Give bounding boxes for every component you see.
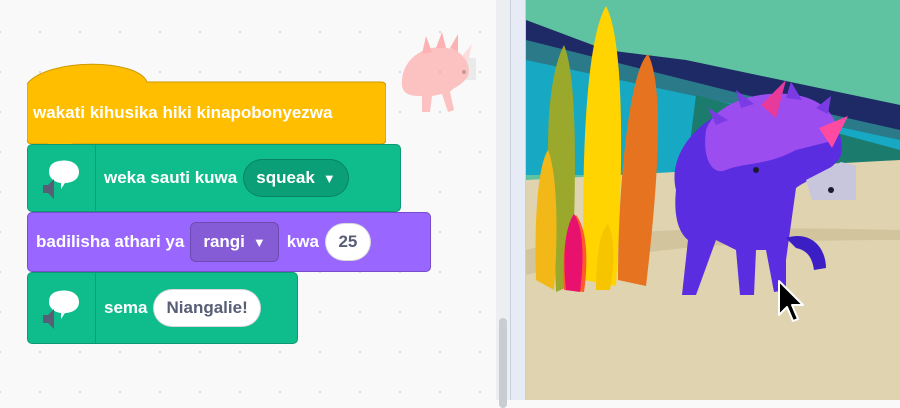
change-effect-label: badilisha athari ya (36, 232, 185, 251)
effect-amount-input[interactable]: 25 (324, 223, 371, 261)
speech-bubble-icon (42, 290, 79, 329)
effect-dropdown[interactable]: rangi ▼ (190, 222, 279, 262)
speaker-icon (42, 179, 54, 199)
sprite-ghost-image (401, 32, 476, 112)
sound-dropdown-value: squeak (256, 168, 315, 187)
code-area[interactable]: wakati kihusika hiki kinapobonyezwa weka… (0, 0, 510, 408)
say-text-input[interactable]: Niangalie! (153, 289, 261, 327)
panel-divider (510, 0, 526, 400)
set-sound-block[interactable]: weka sauti kuwa squeak ▼ (27, 144, 401, 212)
caret-down-icon: ▼ (252, 234, 266, 250)
mouse-cursor-icon (778, 280, 804, 322)
stage[interactable] (526, 0, 900, 400)
say-label: sema (104, 298, 148, 317)
say-block[interactable]: sema Niangalie! (27, 272, 298, 344)
speaker-icon (42, 309, 54, 329)
sound-dropdown[interactable]: squeak ▼ (243, 159, 349, 197)
effect-by-label: kwa (286, 232, 319, 251)
extension-icon (28, 145, 96, 211)
set-sound-label: weka sauti kuwa (104, 168, 238, 187)
speech-bubble-icon (42, 160, 79, 199)
effect-dropdown-value: rangi (203, 232, 245, 251)
change-effect-block[interactable]: badilisha athari ya rangi ▼ kwa 25 (27, 212, 431, 272)
caret-down-icon: ▼ (322, 170, 336, 186)
hat-block-label: wakati kihusika hiki kinapobonyezwa (33, 103, 333, 122)
extension-icon (28, 273, 96, 343)
code-area-scrollbar-thumb[interactable] (499, 318, 507, 408)
triceratops-sprite[interactable] (636, 70, 856, 310)
